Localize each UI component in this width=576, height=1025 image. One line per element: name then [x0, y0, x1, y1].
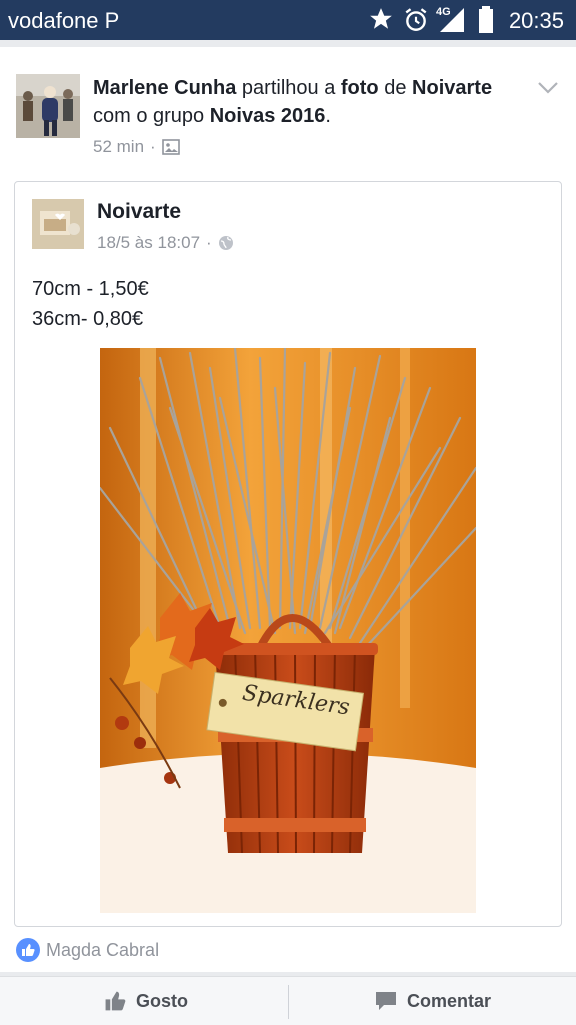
- status-bar: vodafone P 4G 20:35: [0, 0, 576, 40]
- post-date[interactable]: 18/5 às 18:07: [97, 233, 200, 253]
- carrier-name: vodafone P: [8, 8, 120, 33]
- reaction-names[interactable]: Magda Cabral: [46, 940, 159, 961]
- action-bar: Gosto Comentar: [0, 976, 576, 1025]
- like-icon: [22, 944, 35, 956]
- action-divider: [288, 985, 289, 1019]
- globe-icon: [218, 236, 233, 250]
- photo-icon: [161, 139, 180, 155]
- photo-link[interactable]: foto: [341, 77, 379, 99]
- battery-icon: [479, 6, 493, 33]
- actor-name[interactable]: Marlene Cunha: [93, 77, 236, 99]
- alarm-icon: [405, 8, 427, 31]
- shared-post[interactable]: Noivarte 18/5 às 18:07 · 70cm - 1,50€ 36…: [14, 181, 562, 927]
- comment-button[interactable]: Comentar: [375, 977, 491, 1025]
- like-icon: [105, 991, 126, 1011]
- share-time[interactable]: 52 min: [93, 137, 144, 157]
- page-avatar[interactable]: [32, 199, 84, 249]
- share-meta: 52 min ·: [93, 137, 180, 157]
- post-text-line-2: 36cm- 0,80€: [32, 308, 144, 330]
- share-header: Marlene Cunha partilhou a foto de Noivar…: [93, 77, 493, 127]
- star-icon: [370, 8, 392, 29]
- like-badge: [16, 938, 40, 962]
- comment-icon: [376, 992, 396, 1010]
- signal-icon: 4G: [436, 6, 466, 34]
- reactions-summary[interactable]: Magda Cabral: [16, 938, 159, 962]
- chevron-down-icon[interactable]: [536, 80, 560, 96]
- post-meta: 18/5 às 18:07 ·: [97, 233, 234, 253]
- post-text-line-1: 70cm - 1,50€: [32, 278, 149, 300]
- actor-avatar[interactable]: [16, 74, 80, 138]
- clock: 20:35: [508, 8, 564, 33]
- post-photo[interactable]: Sparklers: [100, 348, 476, 913]
- source-page-link[interactable]: Noivarte: [412, 77, 492, 99]
- like-button[interactable]: Gosto: [104, 977, 188, 1025]
- page-name[interactable]: Noivarte: [97, 200, 181, 224]
- group-link[interactable]: Noivas 2016: [210, 105, 326, 127]
